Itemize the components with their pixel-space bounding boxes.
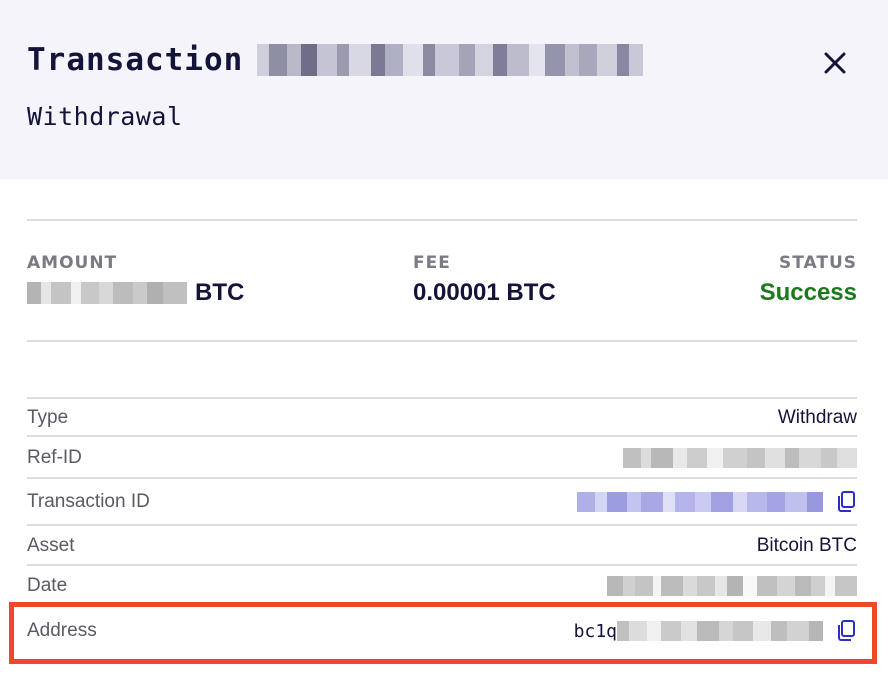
amount-value: BTC — [27, 279, 244, 307]
copy-icon[interactable] — [835, 490, 857, 514]
copy-icon[interactable] — [835, 619, 857, 643]
close-icon — [824, 52, 846, 74]
asset-label: Asset — [27, 535, 75, 556]
page-title: Transaction — [27, 42, 244, 78]
detail-row-type: Type Withdraw — [27, 402, 857, 434]
redacted-amount — [27, 282, 187, 304]
detail-row-transaction-id: Transaction ID — [27, 484, 857, 520]
transaction-type-subtitle: Withdrawal — [27, 102, 183, 131]
asset-value: Bitcoin BTC — [756, 535, 857, 556]
divider — [27, 564, 857, 566]
status-label: STATUS — [778, 253, 857, 273]
fee-label: FEE — [413, 253, 451, 273]
status-badge: Success — [759, 279, 857, 306]
divider — [27, 477, 857, 479]
date-label: Date — [27, 575, 68, 596]
amount-currency: BTC — [195, 279, 245, 306]
close-button[interactable] — [818, 46, 852, 80]
address-prefix: bc1q — [573, 620, 617, 642]
redacted-ref-id — [623, 448, 857, 468]
divider — [27, 397, 857, 399]
redacted-address — [617, 621, 823, 641]
detail-row-address: Address bc1q — [27, 612, 857, 650]
detail-row-ref-id: Ref-ID — [27, 441, 857, 475]
detail-row-asset: Asset Bitcoin BTC — [27, 529, 857, 563]
address-label: Address — [27, 620, 97, 641]
address-value: bc1q — [574, 619, 857, 643]
ref-id-value — [623, 448, 857, 468]
amount-label: AMOUNT — [27, 253, 118, 273]
transaction-id-value — [577, 490, 857, 514]
divider — [27, 219, 857, 221]
divider — [27, 524, 857, 526]
divider — [27, 435, 857, 437]
redacted-transaction-link[interactable] — [577, 492, 823, 512]
redacted-transaction-id — [257, 44, 644, 76]
detail-row-date: Date — [27, 569, 857, 603]
redacted-date — [607, 576, 857, 596]
transaction-id-label: Transaction ID — [27, 491, 150, 512]
ref-id-label: Ref-ID — [27, 447, 82, 468]
fee-value: 0.00001 BTC — [413, 279, 556, 306]
type-value: Withdraw — [777, 407, 857, 428]
modal-header: Transaction Withdrawal — [0, 0, 888, 179]
title-row: Transaction — [27, 38, 644, 82]
divider — [27, 340, 857, 342]
date-value — [607, 576, 857, 596]
type-label: Type — [27, 407, 69, 428]
